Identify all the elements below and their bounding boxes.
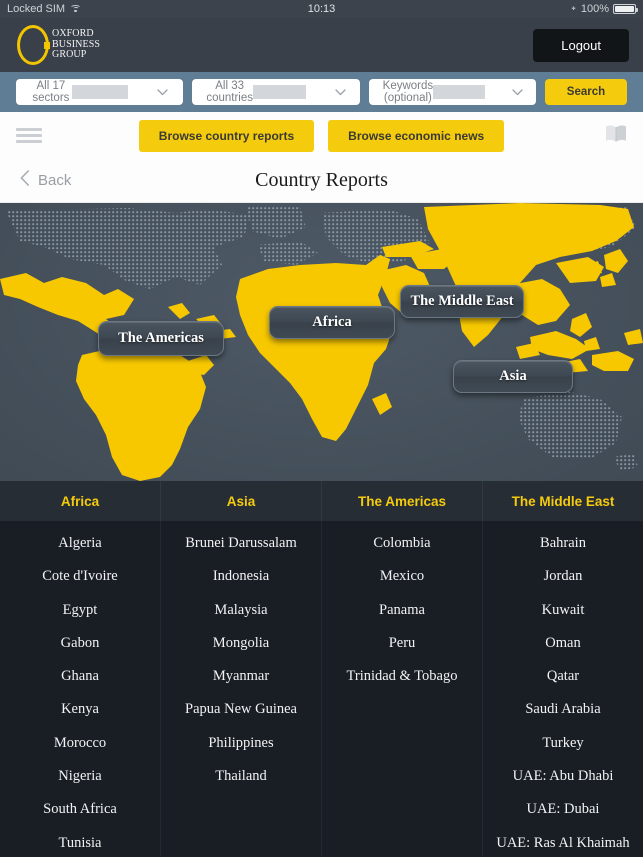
map-region-button-africa[interactable]: Africa: [269, 306, 395, 339]
chevron-down-icon[interactable]: [485, 88, 536, 96]
back-button-label: Back: [38, 172, 72, 189]
country-list-columns: Algeria Cote d'Ivoire Egypt Gabon Ghana Kenya…: [0, 521, 643, 856]
country-list-item[interactable]: Kenya: [0, 693, 160, 726]
country-list-item[interactable]: Peru: [322, 627, 482, 660]
open-book-icon[interactable]: [605, 124, 627, 148]
status-bar-right: ᛭ 100%: [570, 2, 639, 15]
country-list-item[interactable]: UAE: Ras Al Khaimah: [483, 827, 643, 857]
country-list-asia: Brunei Darussalam Indonesia Malaysia Mongol…: [161, 521, 322, 856]
title-bar: Back Country Reports: [0, 159, 643, 203]
country-list-item[interactable]: Morocco: [0, 727, 160, 760]
logout-button[interactable]: Logout: [533, 28, 629, 62]
column-header-the-middle-east[interactable]: The Middle East: [483, 481, 643, 521]
column-header-africa[interactable]: Africa: [0, 481, 161, 521]
country-list-item[interactable]: Papua New Guinea: [161, 693, 321, 726]
country-list-item[interactable]: Turkey: [483, 727, 643, 760]
chevron-down-icon[interactable]: [128, 88, 184, 96]
country-list-the-middle-east: Bahrain Jordan Kuwait Oman Qatar Saudi Arabia…: [483, 521, 643, 856]
country-list-item[interactable]: Myanmar: [161, 660, 321, 693]
back-button[interactable]: Back: [20, 170, 71, 191]
search-bar: All 17 sectors All 33 countries Keywords…: [0, 72, 643, 112]
browse-country-reports-button[interactable]: Browse country reports: [138, 119, 315, 152]
country-list-item[interactable]: Trinidad & Tobago: [322, 660, 482, 693]
brand-header: OXFORD BUSINESS GROUP Logout: [0, 18, 643, 72]
country-list-item[interactable]: Cote d'Ivoire: [0, 560, 160, 593]
sector-select[interactable]: All 17 sectors: [16, 79, 184, 105]
country-list-item[interactable]: Gabon: [0, 627, 160, 660]
search-button[interactable]: Search: [544, 79, 627, 105]
browse-economic-news-button[interactable]: Browse economic news: [328, 119, 505, 152]
battery-percent-label: 100%: [580, 3, 609, 15]
country-list-item[interactable]: Mongolia: [161, 627, 321, 660]
country-list-item[interactable]: UAE: Dubai: [483, 793, 643, 826]
country-list-item[interactable]: Brunei Darussalam: [161, 527, 321, 560]
country-list-item[interactable]: Bahrain: [483, 527, 643, 560]
country-list-item[interactable]: Ghana: [0, 660, 160, 693]
logo-wordmark: OXFORD BUSINESS GROUP: [52, 29, 100, 61]
map-region-button-the-americas[interactable]: The Americas: [98, 321, 224, 356]
nav-bar: Browse country reports Browse economic n…: [0, 112, 643, 159]
country-list-item[interactable]: Indonesia: [161, 560, 321, 593]
oxford-business-group-logo[interactable]: OXFORD BUSINESS GROUP: [14, 23, 100, 67]
sector-select-divider: [71, 85, 128, 99]
country-list-africa: Algeria Cote d'Ivoire Egypt Gabon Ghana Kenya…: [0, 521, 161, 856]
country-select-value: All 33 countries: [206, 80, 253, 104]
country-list-item[interactable]: Algeria: [0, 527, 160, 560]
world-map[interactable]: The Americas Africa The Middle East Asia: [0, 203, 643, 481]
country-list-the-americas: Colombia Mexico Panama Peru Trinidad & Tobag…: [322, 521, 483, 856]
country-list-item[interactable]: Jordan: [483, 560, 643, 593]
map-region-button-the-middle-east[interactable]: The Middle East: [400, 285, 524, 318]
status-bar: Locked SIM 10:13 ᛭ 100%: [0, 0, 643, 18]
country-list-item[interactable]: Colombia: [322, 527, 482, 560]
country-list-item[interactable]: Malaysia: [161, 594, 321, 627]
country-list-item[interactable]: South Africa: [0, 793, 160, 826]
country-list-item[interactable]: Oman: [483, 627, 643, 660]
chevron-down-icon[interactable]: [306, 88, 359, 96]
bluetooth-icon: ᛭: [570, 2, 577, 15]
page-title: Country Reports: [255, 169, 388, 191]
country-list-item[interactable]: Saudi Arabia: [483, 693, 643, 726]
country-list-item[interactable]: Kuwait: [483, 594, 643, 627]
column-header-the-americas[interactable]: The Americas: [322, 481, 483, 521]
country-select[interactable]: All 33 countries: [192, 79, 360, 105]
country-list-item[interactable]: Tunisia: [0, 827, 160, 857]
logo-line-3: GROUP: [52, 49, 87, 61]
country-list-item[interactable]: Panama: [322, 594, 482, 627]
keywords-select[interactable]: Keywords (optional): [368, 79, 536, 105]
keywords-input-placeholder: Keywords (optional): [382, 80, 434, 104]
country-list-item[interactable]: Thailand: [161, 760, 321, 793]
battery-full-icon: [613, 4, 639, 14]
region-column-headers: Africa Asia The Americas The Middle East: [0, 481, 643, 521]
column-header-asia[interactable]: Asia: [161, 481, 322, 521]
country-list-item[interactable]: Philippines: [161, 727, 321, 760]
logo-ring-icon: [14, 23, 52, 67]
country-list-item[interactable]: Egypt: [0, 594, 160, 627]
country-list-item[interactable]: Qatar: [483, 660, 643, 693]
country-select-divider: [252, 85, 307, 99]
country-list-item[interactable]: Nigeria: [0, 760, 160, 793]
status-bar-clock: 10:13: [307, 3, 336, 15]
chevron-left-icon: [20, 170, 30, 191]
country-list-item[interactable]: Mexico: [322, 560, 482, 593]
nav-buttons: Browse country reports Browse economic n…: [0, 119, 643, 152]
app-root: Locked SIM 10:13 ᛭ 100% OXFORD BUSINESS …: [0, 0, 643, 857]
keywords-select-divider: [433, 85, 485, 99]
map-region-button-asia[interactable]: Asia: [453, 360, 573, 393]
country-list-item[interactable]: UAE: Abu Dhabi: [483, 760, 643, 793]
sector-select-value: All 17 sectors: [32, 80, 70, 104]
